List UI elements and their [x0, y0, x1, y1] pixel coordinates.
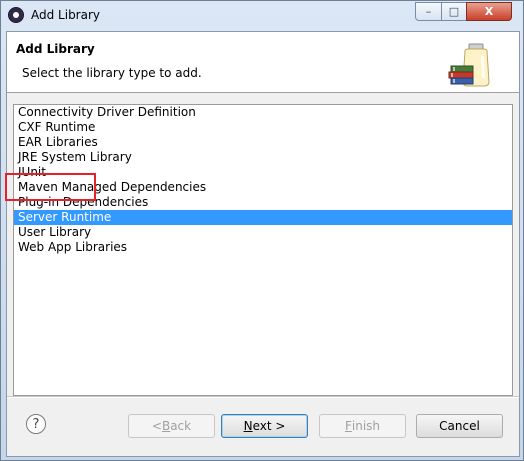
page-description: Select the library type to add.	[22, 66, 202, 80]
list-item[interactable]: EAR Libraries	[14, 135, 512, 150]
finish-label-mnemonic: F	[344, 419, 352, 433]
cancel-button[interactable]: Cancel	[416, 414, 503, 438]
list-item[interactable]: Web App Libraries	[14, 240, 512, 255]
window-title: Add Library	[31, 8, 101, 22]
add-library-dialog: Add Library – □ X Add Library Select the…	[0, 0, 524, 461]
list-item[interactable]: Connectivity Driver Definition	[14, 105, 512, 120]
back-label-mnemonic: B	[161, 419, 171, 433]
back-button[interactable]: < Back	[128, 414, 215, 438]
finish-label-rest: inish	[351, 419, 381, 433]
wizard-banner: Add Library Select the library type to a…	[7, 32, 519, 93]
list-item[interactable]: User Library	[14, 225, 512, 240]
back-label-rest: ack	[170, 419, 192, 433]
list-item[interactable]: JRE System Library	[14, 150, 512, 165]
next-label-rest: ext >	[252, 419, 286, 433]
minimize-button[interactable]: –	[415, 2, 442, 21]
list-item[interactable]: JUnit	[14, 165, 512, 180]
next-label-mnemonic: N	[243, 419, 253, 433]
library-type-list[interactable]: Connectivity Driver Definition CXF Runti…	[13, 104, 513, 396]
page-title: Add Library	[16, 42, 95, 56]
help-button[interactable]: ?	[26, 414, 46, 434]
finish-button[interactable]: Finish	[319, 414, 406, 438]
dialog-body: Add Library Select the library type to a…	[6, 31, 520, 457]
eclipse-app-icon	[8, 7, 24, 23]
list-item[interactable]: CXF Runtime	[14, 120, 512, 135]
list-item-selected[interactable]: Server Runtime	[14, 210, 512, 225]
library-jar-icon	[448, 43, 490, 87]
maximize-button[interactable]: □	[441, 2, 467, 21]
button-bar-separator	[7, 396, 519, 398]
title-bar[interactable]: Add Library – □ X	[1, 1, 523, 31]
back-label-prefix: <	[151, 419, 162, 433]
close-button[interactable]: X	[466, 2, 512, 21]
list-item[interactable]: Maven Managed Dependencies	[14, 180, 512, 195]
list-item[interactable]: Plug-in Dependencies	[14, 195, 512, 210]
next-button[interactable]: Next >	[221, 414, 308, 438]
